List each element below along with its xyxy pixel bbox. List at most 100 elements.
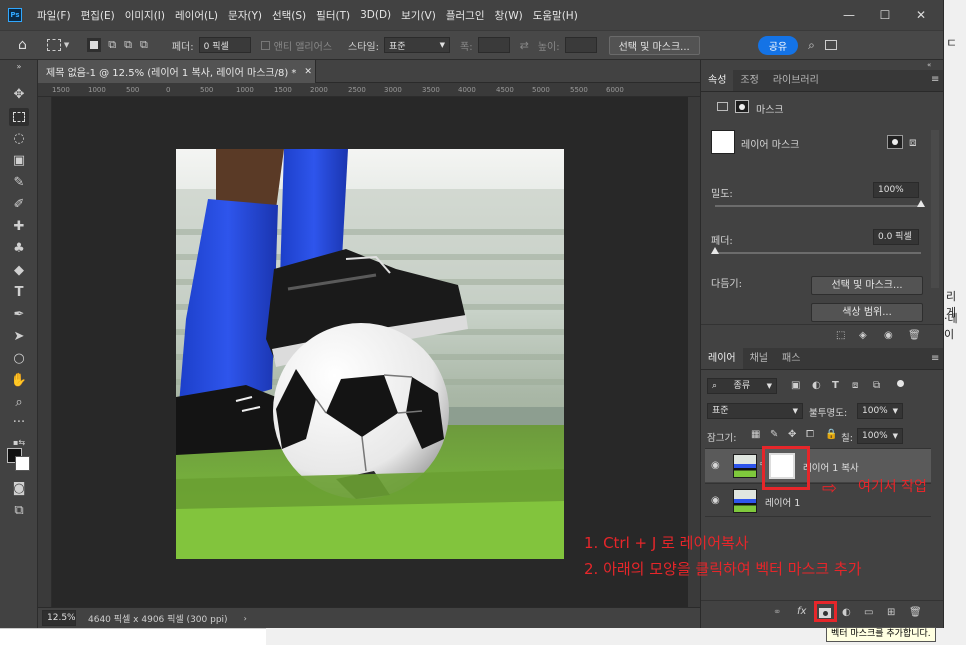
close-tab-icon[interactable]: ✕	[304, 67, 312, 77]
fx-icon[interactable]: fx	[797, 606, 806, 617]
menu-select[interactable]: 선택(S)	[267, 8, 311, 23]
zoom-level[interactable]: 12.5%	[42, 610, 76, 626]
workspace-icon[interactable]	[824, 40, 837, 50]
share-button[interactable]: 공유	[757, 35, 799, 55]
hand-tool-icon[interactable]: ✋	[9, 372, 29, 390]
antialias-checkbox[interactable]	[260, 40, 270, 50]
pen-tool-icon[interactable]: ✒	[9, 306, 29, 324]
close-button[interactable]: ✕	[904, 0, 938, 30]
density-input[interactable]: 100%	[873, 182, 919, 198]
panel-menu-icon[interactable]: ≡	[931, 353, 939, 364]
layer-name[interactable]: 레이어 1 복사	[803, 460, 859, 474]
tab-adjustments[interactable]: 조정	[733, 70, 765, 91]
document-image[interactable]	[176, 149, 564, 559]
menu-window[interactable]: 창(W)	[489, 8, 527, 23]
chevron-down-icon[interactable]: ▼	[64, 41, 69, 49]
vector-mask-icon[interactable]	[735, 100, 749, 113]
height-input[interactable]	[564, 37, 597, 53]
menu-filter[interactable]: 필터(T)	[311, 8, 355, 23]
feather-input[interactable]: 0 픽셀	[198, 37, 251, 53]
chevron-right-icon[interactable]: ›	[244, 614, 247, 623]
properties-scrollbar[interactable]	[931, 130, 939, 288]
menu-help[interactable]: 도움말(H)	[528, 8, 583, 23]
object-select-tool-icon[interactable]: ▣	[9, 152, 29, 170]
tab-properties[interactable]: 속성	[701, 70, 734, 91]
width-input[interactable]	[477, 37, 510, 53]
link-icon[interactable]: ⚭	[773, 607, 781, 618]
stamp-tool-icon[interactable]: ♣	[9, 240, 29, 258]
brush-tool-icon[interactable]: ✐	[9, 196, 29, 214]
lock-all-icon[interactable]: 🔒	[825, 429, 837, 440]
screen-mode-icon[interactable]: ⧉	[9, 502, 29, 520]
lock-position-icon[interactable]: ✥	[788, 429, 796, 440]
ellipse-tool-icon[interactable]: ○	[9, 350, 29, 368]
subtract-selection-icon[interactable]: ⧉	[124, 38, 132, 52]
vertical-scrollbar[interactable]	[688, 97, 700, 607]
menu-layer[interactable]: 레이어(L)	[170, 8, 223, 23]
menu-file[interactable]: 파일(F)	[32, 8, 76, 23]
density-slider-knob[interactable]	[917, 200, 925, 207]
visibility-eye-icon[interactable]: ◉	[884, 330, 893, 341]
menu-type[interactable]: 문자(Y)	[223, 8, 267, 23]
apply-icon[interactable]: ◈	[859, 330, 867, 341]
collapse-icon[interactable]: »	[9, 62, 29, 72]
filter-pixel-icon[interactable]: ▣	[791, 380, 800, 391]
menu-plugins[interactable]: 플러그인	[441, 8, 490, 23]
menu-image[interactable]: 이미지(I)	[120, 8, 170, 23]
search-icon[interactable]: ⌕	[808, 38, 815, 53]
menu-view[interactable]: 보기(V)	[396, 8, 441, 23]
menu-3d[interactable]: 3D(D)	[355, 9, 396, 21]
zoom-tool-icon[interactable]: ⌕	[9, 394, 29, 412]
density-slider[interactable]	[715, 205, 921, 207]
menu-edit[interactable]: 편집(E)	[76, 8, 120, 23]
color-range-button[interactable]: 색상 범위...	[811, 303, 923, 322]
more-tools-icon[interactable]: ···	[9, 414, 29, 432]
adjustment-icon[interactable]: ◐	[842, 607, 851, 618]
fill-input[interactable]: 100% ▼	[857, 428, 903, 444]
feather-input[interactable]: 0.0 픽셀	[873, 229, 919, 245]
load-selection-icon[interactable]: ⬚	[836, 330, 845, 341]
lasso-tool-icon[interactable]: ◌	[9, 130, 29, 148]
style-select[interactable]: 표준 ▼	[384, 37, 451, 53]
tab-layers[interactable]: 레이어	[701, 348, 743, 369]
trash-icon[interactable]: 🗑	[909, 607, 922, 618]
tab-libraries[interactable]: 라이브러리	[766, 70, 826, 91]
marquee-preset-icon[interactable]	[46, 39, 61, 51]
visibility-eye-icon[interactable]: ◉	[711, 460, 720, 471]
filter-smart-icon[interactable]: ⧉	[873, 380, 880, 391]
trash-icon[interactable]: 🗑	[908, 330, 921, 341]
layer-filter-select[interactable]: ⌕ 종류 ▼	[707, 378, 777, 394]
healing-tool-icon[interactable]: ✚	[9, 218, 29, 236]
lock-transparent-icon[interactable]: ▦	[751, 429, 760, 440]
select-mask-icon[interactable]	[887, 135, 903, 149]
tab-channels[interactable]: 채널	[743, 348, 775, 369]
select-and-mask-button[interactable]: 선택 및 마스크...	[608, 35, 700, 55]
document-tab[interactable]: 제목 없음-1 @ 12.5% (레이어 1 복사, 레이어 마스크/8) * …	[38, 60, 316, 83]
move-tool-icon[interactable]: ✥	[9, 86, 29, 104]
rect-marquee-tool-icon[interactable]	[9, 108, 29, 126]
pixel-mask-icon[interactable]	[717, 102, 728, 111]
opacity-input[interactable]: 100% ▼	[857, 403, 903, 419]
select-and-mask-button[interactable]: 선택 및 마스크...	[811, 276, 923, 295]
filter-shape-icon[interactable]: ⧈	[852, 380, 858, 391]
feather-slider-knob[interactable]	[711, 247, 719, 254]
eyedropper-tool-icon[interactable]: ✎	[9, 174, 29, 192]
collapse-panel-icon[interactable]: «	[927, 61, 931, 69]
feather-slider[interactable]	[715, 252, 921, 254]
path-select-tool-icon[interactable]: ➤	[9, 328, 29, 346]
maximize-button[interactable]: ☐	[868, 0, 902, 30]
visibility-eye-icon[interactable]: ◉	[711, 495, 720, 506]
eraser-tool-icon[interactable]: ◆	[9, 262, 29, 280]
type-tool-icon[interactable]: T	[9, 284, 29, 302]
filter-adjustment-icon[interactable]: ◐	[812, 380, 821, 391]
panel-menu-icon[interactable]: ≡	[931, 74, 939, 85]
add-selection-icon[interactable]: ⧉	[108, 38, 116, 52]
filter-type-icon[interactable]: T	[832, 380, 839, 391]
swap-icon[interactable]: ⇄	[520, 39, 529, 52]
new-selection-icon[interactable]	[87, 38, 102, 52]
home-icon[interactable]: ⌂	[18, 37, 27, 53]
background-color-swatch[interactable]	[15, 456, 30, 471]
tab-paths[interactable]: 패스	[775, 348, 807, 369]
layer-name[interactable]: 레이어 1	[765, 495, 800, 509]
minimize-button[interactable]: —	[832, 0, 866, 30]
